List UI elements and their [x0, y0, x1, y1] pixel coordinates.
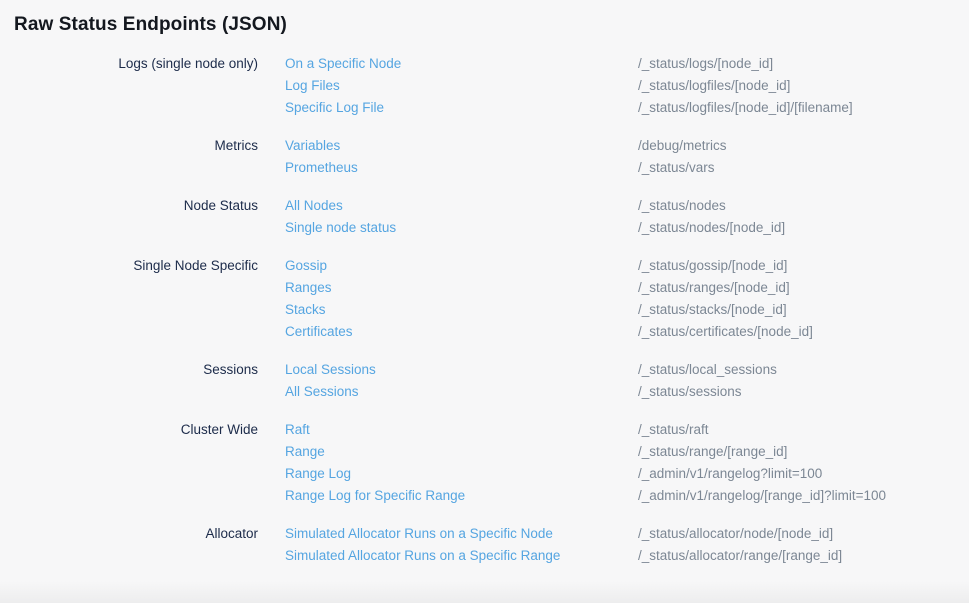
section-label: Sessions — [14, 359, 258, 381]
endpoint-section: Allocator Simulated Allocator Runs on a S… — [14, 523, 969, 567]
endpoint-path: /_status/sessions — [638, 381, 742, 403]
endpoint-path: /_status/nodes — [638, 195, 726, 217]
section-rows: Raft/_status/raftRange/_status/range/[ra… — [285, 419, 969, 507]
endpoint-link[interactable]: On a Specific Node — [285, 53, 638, 75]
section-label: Metrics — [14, 135, 258, 157]
endpoint-row: Raft/_status/raft — [285, 419, 969, 441]
endpoint-row: Gossip/_status/gossip/[node_id] — [285, 255, 969, 277]
endpoint-path: /_status/logfiles/[node_id]/[filename] — [638, 97, 853, 119]
endpoint-row: Stacks/_status/stacks/[node_id] — [285, 299, 969, 321]
endpoint-section: Logs (single node only) On a Specific Nod… — [14, 53, 969, 119]
endpoint-path: /_status/allocator/range/[range_id] — [638, 545, 842, 567]
page-title: Raw Status Endpoints (JSON) — [14, 13, 969, 37]
endpoint-path: /_status/logfiles/[node_id] — [638, 75, 790, 97]
endpoint-link[interactable]: Certificates — [285, 321, 638, 343]
endpoint-path: /_status/gossip/[node_id] — [638, 255, 787, 277]
section-rows: Simulated Allocator Runs on a Specific N… — [285, 523, 969, 567]
endpoint-link[interactable]: Specific Log File — [285, 97, 638, 119]
section-rows: On a Specific Node/_status/logs/[node_id… — [285, 53, 969, 119]
endpoint-link[interactable]: All Nodes — [285, 195, 638, 217]
endpoint-section: Sessions Local Sessions/_status/local_ses… — [14, 359, 969, 403]
endpoint-link[interactable]: Range — [285, 441, 638, 463]
section-rows: All Nodes/_status/nodesSingle node statu… — [285, 195, 969, 239]
endpoint-path: /_status/ranges/[node_id] — [638, 277, 790, 299]
endpoint-path: /_status/certificates/[node_id] — [638, 321, 813, 343]
endpoint-link[interactable]: Log Files — [285, 75, 638, 97]
endpoint-link[interactable]: Ranges — [285, 277, 638, 299]
debug-endpoints-page: Raw Status Endpoints (JSON) Logs (single… — [0, 0, 969, 603]
endpoint-path: /_status/stacks/[node_id] — [638, 299, 787, 321]
section-rows: Local Sessions/_status/local_sessionsAll… — [285, 359, 969, 403]
endpoint-link[interactable]: Range Log — [285, 463, 638, 485]
section-label: Allocator — [14, 523, 258, 545]
endpoint-row: Simulated Allocator Runs on a Specific R… — [285, 545, 969, 567]
endpoint-link[interactable]: Stacks — [285, 299, 638, 321]
endpoint-path: /_status/logs/[node_id] — [638, 53, 773, 75]
endpoint-row: All Nodes/_status/nodes — [285, 195, 969, 217]
endpoint-row: Simulated Allocator Runs on a Specific N… — [285, 523, 969, 545]
endpoint-row: Range/_status/range/[range_id] — [285, 441, 969, 463]
endpoint-path: /_status/allocator/node/[node_id] — [638, 523, 833, 545]
endpoint-path: /debug/metrics — [638, 135, 727, 157]
footer-shade — [0, 581, 969, 603]
endpoint-path: /_status/nodes/[node_id] — [638, 217, 785, 239]
endpoint-link[interactable]: Single node status — [285, 217, 638, 239]
endpoint-path: /_status/vars — [638, 157, 715, 179]
endpoint-row: On a Specific Node/_status/logs/[node_id… — [285, 53, 969, 75]
endpoint-link[interactable]: Range Log for Specific Range — [285, 485, 638, 507]
endpoint-row: Ranges/_status/ranges/[node_id] — [285, 277, 969, 299]
endpoint-section: Metrics Variables/debug/metricsPrometheus… — [14, 135, 969, 179]
section-rows: Variables/debug/metricsPrometheus/_statu… — [285, 135, 969, 179]
endpoint-row: Local Sessions/_status/local_sessions — [285, 359, 969, 381]
endpoint-link[interactable]: Local Sessions — [285, 359, 638, 381]
endpoint-row: Specific Log File/_status/logfiles/[node… — [285, 97, 969, 119]
endpoint-section: Single Node Specific Gossip/_status/gossi… — [14, 255, 969, 343]
endpoint-path: /_status/range/[range_id] — [638, 441, 787, 463]
endpoint-row: Range Log for Specific Range/_admin/v1/r… — [285, 485, 969, 507]
endpoint-link[interactable]: All Sessions — [285, 381, 638, 403]
endpoint-section: Cluster Wide Raft/_status/raftRange/_stat… — [14, 419, 969, 507]
endpoint-row: Prometheus/_status/vars — [285, 157, 969, 179]
endpoint-row: All Sessions/_status/sessions — [285, 381, 969, 403]
endpoint-link[interactable]: Gossip — [285, 255, 638, 277]
endpoint-path: /_admin/v1/rangelog/[range_id]?limit=100 — [638, 485, 886, 507]
endpoint-sections: Logs (single node only) On a Specific Nod… — [14, 53, 969, 567]
endpoint-path: /_status/local_sessions — [638, 359, 777, 381]
endpoint-row: Range Log/_admin/v1/rangelog?limit=100 — [285, 463, 969, 485]
endpoint-section: Node Status All Nodes/_status/nodesSingle… — [14, 195, 969, 239]
endpoint-path: /_admin/v1/rangelog?limit=100 — [638, 463, 822, 485]
endpoint-link[interactable]: Simulated Allocator Runs on a Specific R… — [285, 545, 638, 567]
section-label: Cluster Wide — [14, 419, 258, 441]
endpoint-link[interactable]: Variables — [285, 135, 638, 157]
endpoint-link[interactable]: Prometheus — [285, 157, 638, 179]
endpoint-row: Variables/debug/metrics — [285, 135, 969, 157]
section-label: Logs (single node only) — [14, 53, 258, 75]
endpoint-row: Log Files/_status/logfiles/[node_id] — [285, 75, 969, 97]
endpoint-link[interactable]: Raft — [285, 419, 638, 441]
endpoint-row: Certificates/_status/certificates/[node_… — [285, 321, 969, 343]
section-label: Single Node Specific — [14, 255, 258, 277]
endpoint-path: /_status/raft — [638, 419, 709, 441]
section-label: Node Status — [14, 195, 258, 217]
endpoint-link[interactable]: Simulated Allocator Runs on a Specific N… — [285, 523, 638, 545]
section-rows: Gossip/_status/gossip/[node_id]Ranges/_s… — [285, 255, 969, 343]
endpoint-row: Single node status/_status/nodes/[node_i… — [285, 217, 969, 239]
